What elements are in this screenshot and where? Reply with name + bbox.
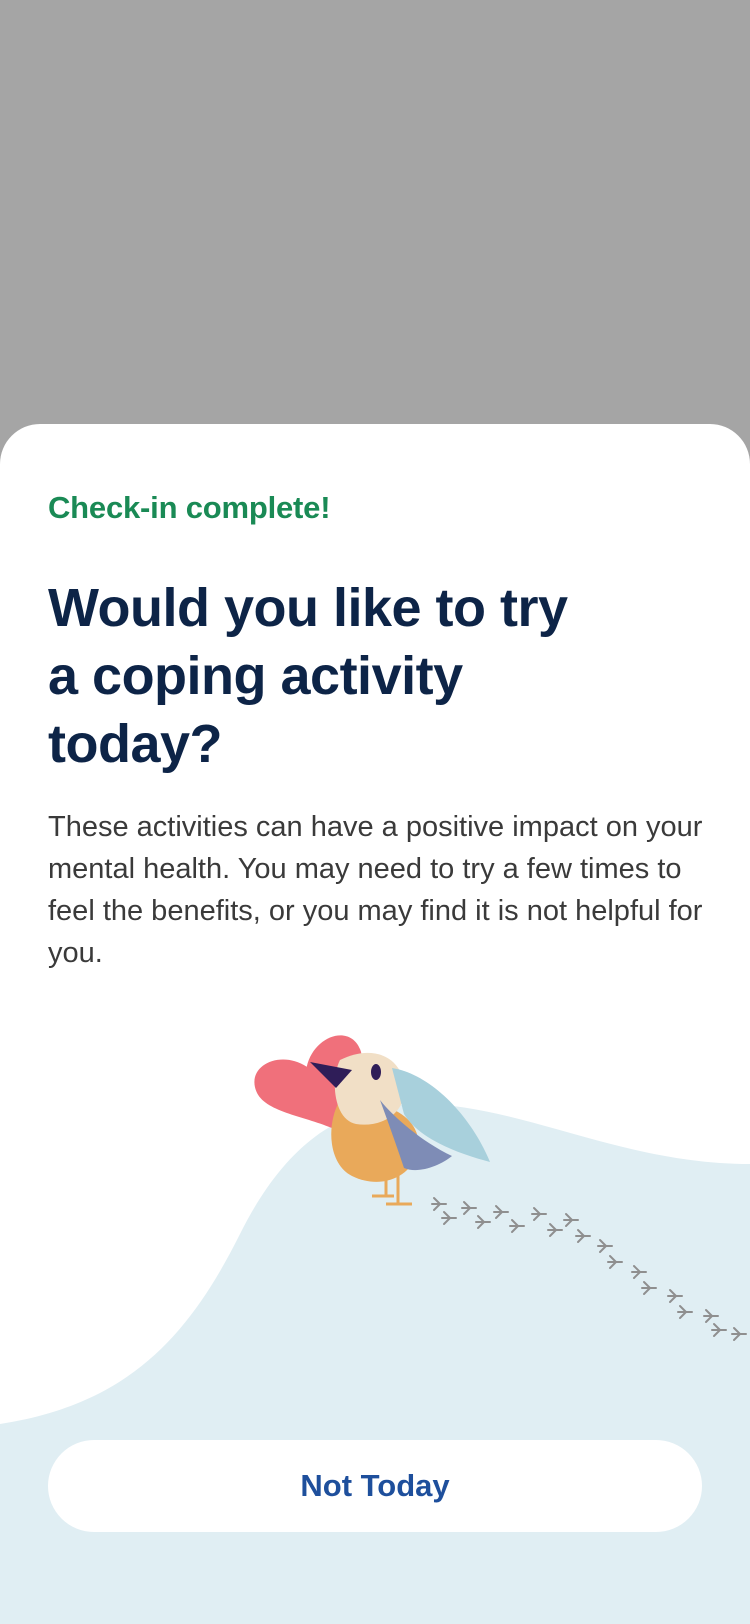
title-line-3: today? bbox=[48, 714, 223, 774]
title-line-2: a coping activity bbox=[48, 646, 463, 706]
title-line-1: Would you like to try bbox=[48, 578, 568, 638]
description-text: These activities can have a positive imp… bbox=[48, 811, 703, 969]
bottom-sheet: Check-in complete! Would you like to try… bbox=[0, 424, 750, 1624]
not-today-button[interactable]: Not Today bbox=[48, 1440, 702, 1532]
page-title: Would you like to try a coping activity … bbox=[48, 574, 668, 778]
check-in-complete-label: Check-in complete! bbox=[48, 490, 331, 525]
modal-overlay[interactable] bbox=[0, 0, 750, 440]
hill-shape bbox=[0, 1104, 750, 1624]
